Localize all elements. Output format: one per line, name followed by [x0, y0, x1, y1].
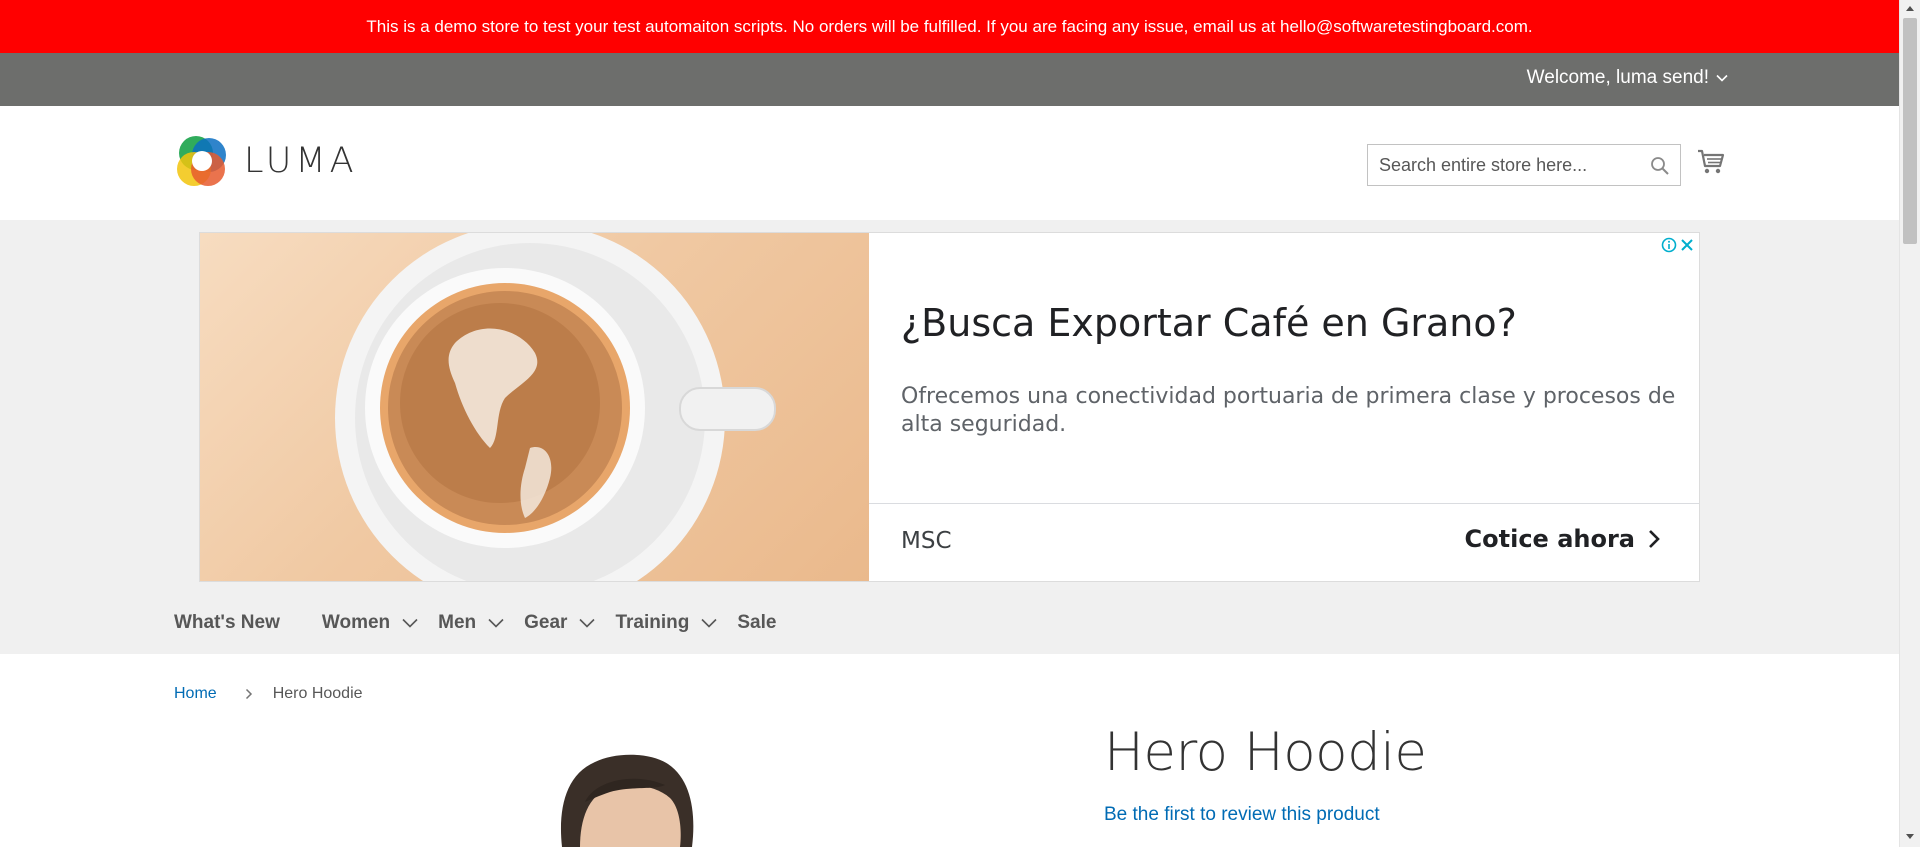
ad-cta-button[interactable]: Cotice ahora — [1465, 525, 1661, 553]
logo-mark-icon — [177, 136, 226, 186]
ad-description: Ofrecemos una conectividad portuaria de … — [901, 384, 1676, 437]
chevron-right-icon — [245, 688, 252, 700]
nav-section: ¿Busca Exportar Café en Grano? Ofrecemos… — [0, 220, 1899, 654]
ad-content: ¿Busca Exportar Café en Grano? Ofrecemos… — [869, 233, 1699, 581]
chevron-down-icon — [1716, 74, 1728, 82]
nav-item-label: Men — [438, 612, 477, 633]
chevron-down-icon — [402, 618, 418, 628]
account-panel-bar: Welcome, luma send! — [0, 53, 1899, 106]
welcome-menu[interactable]: Welcome, luma send! — [1527, 67, 1729, 89]
nav-item-gear[interactable]: Gear — [524, 612, 596, 634]
welcome-text: Welcome, luma send! — [1526, 67, 1709, 88]
nav-item-label: Women — [321, 612, 391, 633]
breadcrumb: Home Hero Hoodie — [174, 685, 363, 703]
chevron-down-icon — [488, 618, 504, 628]
ad-title[interactable]: ¿Busca Exportar Café en Grano? — [901, 301, 1517, 345]
scroll-thumb[interactable] — [1903, 18, 1917, 244]
main-navigation: What's New Women Men Gear Training Sale — [174, 603, 818, 643]
scroll-up-arrow-icon[interactable] — [1905, 4, 1915, 12]
breadcrumb-home-link[interactable]: Home — [174, 685, 217, 703]
nav-item-label: Gear — [524, 612, 568, 633]
demo-notice-text: This is a demo store to test your test a… — [366, 16, 1533, 36]
nav-item-women[interactable]: Women — [322, 612, 418, 634]
site-header: LUMA — [0, 106, 1899, 220]
product-title: Hero Hoodie — [1104, 722, 1427, 783]
ad-info-icon[interactable] — [1661, 237, 1677, 253]
ad-cta-label: Cotice ahora — [1464, 525, 1635, 553]
first-review-link[interactable]: Be the first to review this product — [1104, 804, 1380, 826]
nav-item-men[interactable]: Men — [438, 612, 504, 634]
nav-item-sale[interactable]: Sale — [737, 612, 776, 634]
nav-item-label: Training — [615, 612, 690, 633]
ad-divider — [869, 503, 1699, 504]
luma-logo[interactable]: LUMA — [174, 133, 358, 189]
advertisement[interactable]: ¿Busca Exportar Café en Grano? Ofrecemos… — [199, 232, 1700, 582]
ad-close-icon[interactable] — [1679, 237, 1695, 253]
search-box — [1367, 144, 1681, 186]
breadcrumb-current: Hero Hoodie — [272, 685, 363, 702]
ad-brand[interactable]: MSC — [901, 528, 952, 554]
scroll-down-arrow-icon[interactable] — [1905, 833, 1915, 841]
nav-item-label: Sale — [737, 612, 777, 633]
page-scrollbar[interactable] — [1899, 0, 1920, 847]
demo-notice-bar: This is a demo store to test your test a… — [0, 0, 1899, 53]
coffee-cup-illustration — [335, 233, 776, 581]
logo-text: LUMA — [244, 141, 358, 181]
chevron-right-icon — [1649, 530, 1660, 548]
product-model-photo — [560, 754, 694, 847]
page: This is a demo store to test your test a… — [0, 0, 1920, 847]
search-icon[interactable] — [1650, 156, 1670, 176]
nav-item-label: What's New — [174, 612, 280, 633]
ad-coffee-image — [200, 233, 869, 581]
chevron-down-icon — [701, 618, 717, 628]
nav-item-training[interactable]: Training — [615, 612, 717, 634]
chevron-down-icon — [579, 618, 596, 628]
search-input[interactable] — [1368, 145, 1680, 185]
cart-icon[interactable] — [1696, 146, 1726, 176]
product-image[interactable] — [540, 750, 720, 847]
nav-item-whats-new[interactable]: What's New — [174, 612, 280, 634]
